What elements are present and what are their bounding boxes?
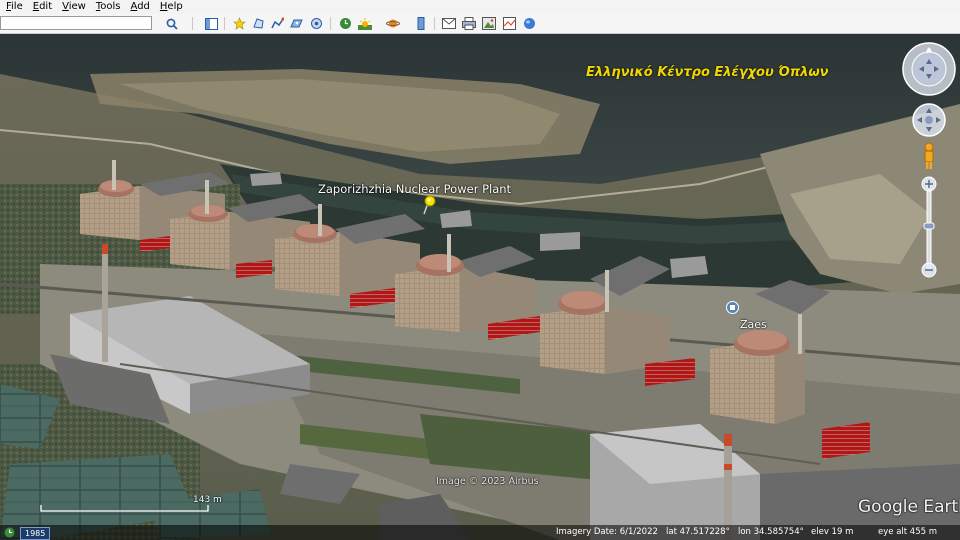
menu-help[interactable]: Help: [154, 0, 187, 14]
poi-building-icon[interactable]: [726, 301, 739, 314]
print-icon[interactable]: [461, 16, 477, 31]
menu-file[interactable]: File: [0, 0, 27, 14]
tour-icon[interactable]: [308, 16, 324, 31]
satellite-imagery: [0, 34, 960, 540]
email-icon[interactable]: [441, 16, 457, 31]
longitude-readout: lon 34.585754°: [738, 527, 804, 537]
elevation-readout: elev 19 m: [811, 527, 854, 537]
menu-add[interactable]: Add: [125, 0, 154, 14]
historical-imagery-icon[interactable]: [337, 16, 353, 31]
status-bar: 1985 Imagery Date: 6/1/2022 lat 47.51722…: [0, 525, 960, 540]
google-earth-logo: Google Earth: [858, 497, 960, 517]
menu-view[interactable]: View: [56, 0, 90, 14]
placemark-pushpin-icon[interactable]: [418, 194, 440, 216]
map-viewport[interactable]: Ελληνικό Κέντρο Ελέγχου Όπλων Zaporizhzh…: [0, 34, 960, 540]
toolbar-separator: [330, 17, 331, 30]
sunlight-icon[interactable]: [357, 16, 373, 31]
image-overlay-icon[interactable]: [288, 16, 304, 31]
ruler-icon[interactable]: [413, 16, 429, 31]
toolbar-separator: [434, 17, 435, 30]
placemark-label[interactable]: Zaporizhzhia Nuclear Power Plant: [318, 182, 511, 196]
save-image-icon[interactable]: [481, 16, 497, 31]
street-view-pegman-icon[interactable]: [921, 142, 937, 170]
toolbar-separator: [192, 17, 193, 30]
poi-label[interactable]: Zaes: [740, 318, 767, 331]
svg-text:N: N: [927, 48, 932, 55]
polygon-icon[interactable]: [250, 16, 266, 31]
toolbar: [0, 14, 960, 34]
menu-bar: File Edit View Tools Add Help: [0, 0, 960, 14]
zoom-slider[interactable]: [920, 175, 938, 279]
globe-icon[interactable]: [521, 16, 537, 31]
menu-tools[interactable]: Tools: [90, 0, 125, 14]
eye-altitude-readout: eye alt 455 m: [878, 527, 938, 537]
menu-edit[interactable]: Edit: [27, 0, 56, 14]
title-overlay: Ελληνικό Κέντρο Ελέγχου Όπλων: [586, 65, 829, 80]
historical-imagery-status-icon[interactable]: [4, 527, 15, 538]
scale-bar: [40, 505, 209, 512]
search-icon[interactable]: [164, 16, 180, 31]
planets-icon[interactable]: [385, 16, 401, 31]
image-credit: Image © 2023 Airbus: [436, 476, 539, 487]
path-icon[interactable]: [269, 16, 285, 31]
historical-year-badge[interactable]: 1985: [20, 527, 51, 540]
search-input[interactable]: [0, 16, 152, 30]
toolbar-separator: [224, 17, 225, 30]
maps-icon[interactable]: [501, 16, 517, 31]
imagery-date: Imagery Date: 6/1/2022: [556, 527, 658, 537]
latitude-readout: lat 47.517228°: [666, 527, 730, 537]
move-joystick-icon[interactable]: [911, 102, 947, 138]
look-joystick-icon[interactable]: N: [901, 41, 957, 97]
sidebar-icon[interactable]: [203, 16, 219, 31]
placemark-icon[interactable]: [231, 16, 247, 31]
